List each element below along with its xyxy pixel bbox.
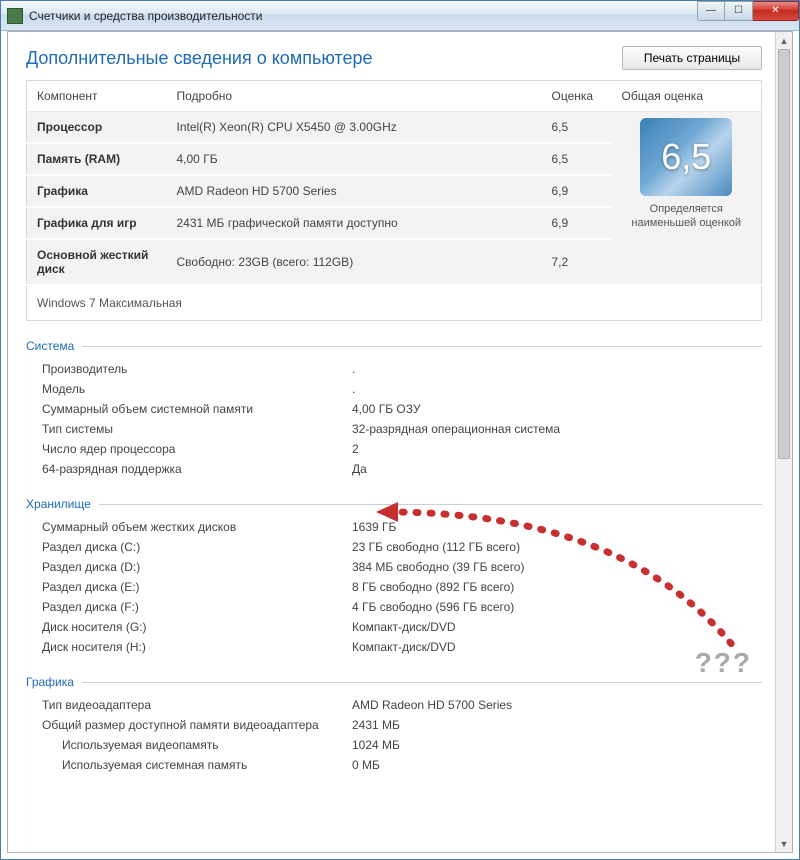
- app-icon: [7, 8, 23, 24]
- kv-key: Используемая системная память: [62, 758, 352, 772]
- col-detail: Подробно: [167, 81, 542, 112]
- kv-key: Используемая видеопамять: [62, 738, 352, 752]
- window-controls: — ☐ ✕: [697, 1, 799, 21]
- table-row: Процессор Intel(R) Xeon(R) CPU X5450 @ 3…: [27, 112, 762, 144]
- col-component: Компонент: [27, 81, 167, 112]
- scroll-up-arrow-icon[interactable]: ▲: [776, 32, 792, 49]
- section-graphics: Графика Тип видеоадаптераAMD Radeon HD 5…: [26, 675, 762, 775]
- kv-value: .: [352, 382, 355, 396]
- kv-value: 384 МБ свободно (39 ГБ всего): [352, 560, 524, 574]
- kv-key: Раздел диска (D:): [42, 560, 352, 574]
- kv-key: Суммарный объем системной памяти: [42, 402, 352, 416]
- section-title-storage: Хранилище: [26, 497, 762, 511]
- base-score-cell: 6,5 Определяется наименьшей оценкой: [612, 112, 762, 286]
- kv-value: 32-разрядная операционная система: [352, 422, 560, 436]
- kv-value: 0 МБ: [352, 758, 380, 772]
- col-score: Оценка: [542, 81, 612, 112]
- section-title-graphics: Графика: [26, 675, 762, 689]
- os-row: Windows 7 Максимальная: [27, 285, 762, 321]
- scroll-down-arrow-icon[interactable]: ▼: [776, 835, 792, 852]
- kv-row: Тип системы32-разрядная операционная сис…: [26, 419, 762, 439]
- kv-value: Компакт-диск/DVD: [352, 620, 456, 634]
- kv-key: Число ядер процессора: [42, 442, 352, 456]
- print-page-button[interactable]: Печать страницы: [622, 46, 762, 70]
- kv-value: 2431 МБ: [352, 718, 400, 732]
- kv-row: Раздел диска (C:)23 ГБ свободно (112 ГБ …: [26, 537, 762, 557]
- kv-row: Суммарный объем жестких дисков1639 ГБ: [26, 517, 762, 537]
- wei-badge-icon: 6,5: [640, 118, 732, 196]
- wei-score-table: Компонент Подробно Оценка Общая оценка П…: [26, 80, 762, 321]
- kv-value: 4,00 ГБ ОЗУ: [352, 402, 420, 416]
- kv-row: Общий размер доступной памяти видеоадапт…: [26, 715, 762, 735]
- os-label: Windows 7 Максимальная: [27, 285, 762, 321]
- kv-value: 23 ГБ свободно (112 ГБ всего): [352, 540, 520, 554]
- content-frame: ▲ ▼ Дополнительные сведения о компьютере…: [7, 31, 793, 853]
- kv-value: 4 ГБ свободно (596 ГБ всего): [352, 600, 514, 614]
- kv-key: Тип видеоадаптера: [42, 698, 352, 712]
- kv-row: Модель.: [26, 379, 762, 399]
- kv-row: 64-разрядная поддержкаДа: [26, 459, 762, 479]
- window-title: Счетчики и средства производительности: [29, 9, 697, 23]
- header-row: Дополнительные сведения о компьютере Печ…: [26, 46, 762, 70]
- kv-value: 1024 МБ: [352, 738, 400, 752]
- kv-row: Используемая системная память0 МБ: [26, 755, 762, 775]
- kv-value: .: [352, 362, 355, 376]
- titlebar[interactable]: Счетчики и средства производительности —…: [1, 1, 799, 31]
- kv-key: Суммарный объем жестких дисков: [42, 520, 352, 534]
- kv-value: AMD Radeon HD 5700 Series: [352, 698, 512, 712]
- page-title: Дополнительные сведения о компьютере: [26, 48, 373, 69]
- kv-value: 2: [352, 442, 359, 456]
- kv-key: Раздел диска (E:): [42, 580, 352, 594]
- kv-value: 8 ГБ свободно (892 ГБ всего): [352, 580, 514, 594]
- kv-row: Диск носителя (G:)Компакт-диск/DVD: [26, 617, 762, 637]
- kv-row: Раздел диска (E:)8 ГБ свободно (892 ГБ в…: [26, 577, 762, 597]
- kv-row: Раздел диска (D:)384 МБ свободно (39 ГБ …: [26, 557, 762, 577]
- vertical-scrollbar[interactable]: ▲ ▼: [775, 32, 792, 852]
- kv-row: Тип видеоадаптераAMD Radeon HD 5700 Seri…: [26, 695, 762, 715]
- close-button[interactable]: ✕: [753, 1, 799, 21]
- section-system: Система Производитель.Модель.Суммарный о…: [26, 339, 762, 479]
- row-detail: Intel(R) Xeon(R) CPU X5450 @ 3.00GHz: [167, 112, 542, 144]
- content-area: Дополнительные сведения о компьютере Печ…: [8, 32, 792, 852]
- kv-row: Раздел диска (F:)4 ГБ свободно (596 ГБ в…: [26, 597, 762, 617]
- kv-key: Тип системы: [42, 422, 352, 436]
- kv-key: Диск носителя (H:): [42, 640, 352, 654]
- kv-value: Да: [352, 462, 367, 476]
- row-score: 6,5: [542, 112, 612, 144]
- kv-row: Суммарный объем системной памяти4,00 ГБ …: [26, 399, 762, 419]
- scroll-thumb[interactable]: [778, 49, 790, 459]
- kv-key: Раздел диска (F:): [42, 600, 352, 614]
- base-score-caption: Определяется наименьшей оценкой: [622, 202, 752, 231]
- kv-row: Производитель.: [26, 359, 762, 379]
- base-score-value: 6,5: [661, 136, 711, 178]
- section-storage: Хранилище Суммарный объем жестких дисков…: [26, 497, 762, 657]
- kv-value: Компакт-диск/DVD: [352, 640, 456, 654]
- kv-row: Число ядер процессора2: [26, 439, 762, 459]
- window-frame: Счетчики и средства производительности —…: [0, 0, 800, 860]
- kv-key: Производитель: [42, 362, 352, 376]
- kv-value: 1639 ГБ: [352, 520, 396, 534]
- kv-key: Раздел диска (C:): [42, 540, 352, 554]
- kv-key: 64-разрядная поддержка: [42, 462, 352, 476]
- maximize-button[interactable]: ☐: [725, 1, 753, 21]
- kv-row: Диск носителя (H:)Компакт-диск/DVD: [26, 637, 762, 657]
- kv-key: Общий размер доступной памяти видеоадапт…: [42, 718, 352, 732]
- kv-key: Диск носителя (G:): [42, 620, 352, 634]
- minimize-button[interactable]: —: [697, 1, 725, 21]
- kv-row: Используемая видеопамять1024 МБ: [26, 735, 762, 755]
- col-base: Общая оценка: [612, 81, 762, 112]
- section-title-system: Система: [26, 339, 762, 353]
- kv-key: Модель: [42, 382, 352, 396]
- row-label: Процессор: [27, 112, 167, 144]
